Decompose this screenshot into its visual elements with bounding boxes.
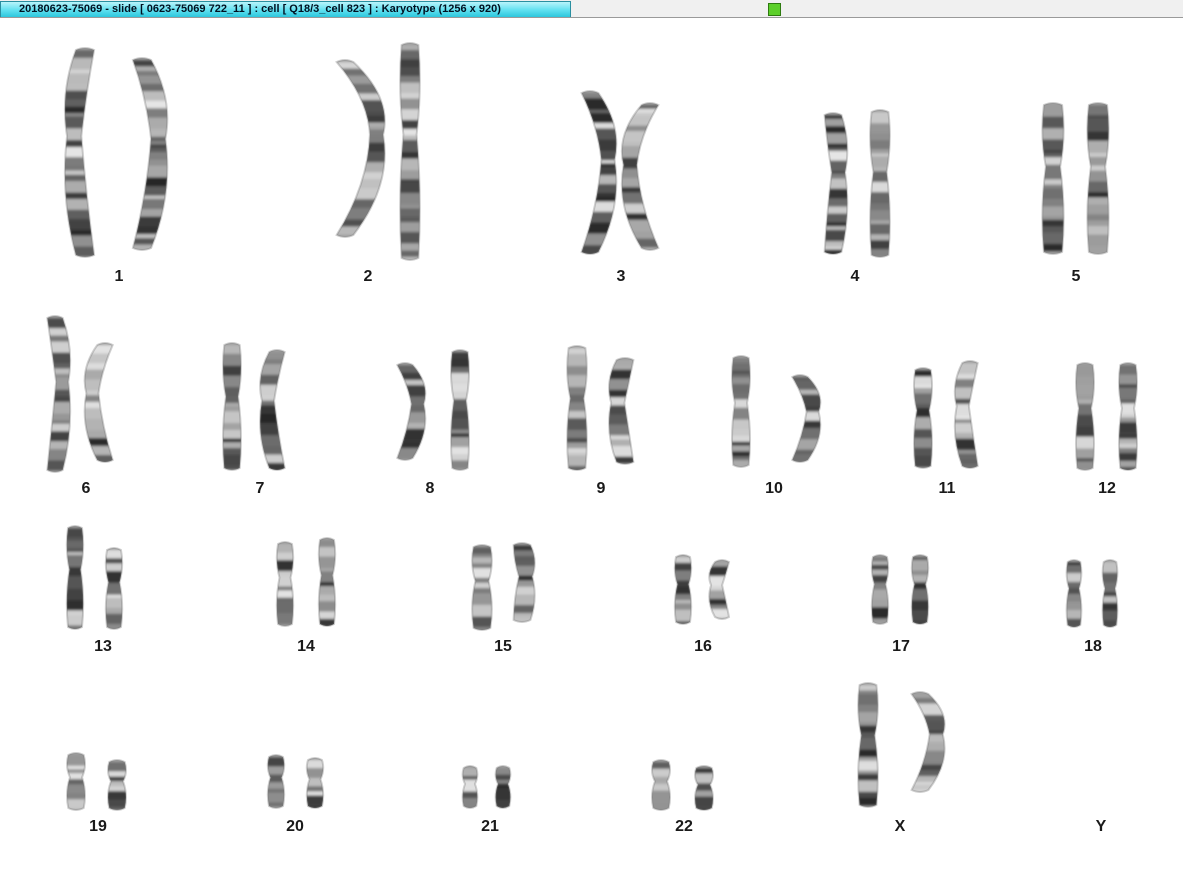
chromosome-image[interactable] xyxy=(85,57,199,251)
chromosome-image[interactable] xyxy=(866,691,974,793)
chromosome-label: X xyxy=(894,818,906,835)
chromosome-label: 14 xyxy=(297,638,315,655)
chromosome-label: 5 xyxy=(1071,268,1081,285)
status-indicator xyxy=(768,3,781,16)
chromosome-label: 9 xyxy=(596,480,606,497)
chromosome-label: 8 xyxy=(425,480,435,497)
chromosome-image[interactable] xyxy=(1083,559,1137,628)
chromosome-image[interactable] xyxy=(84,759,150,811)
chromosome-image[interactable] xyxy=(427,349,493,471)
chromosome-label: 10 xyxy=(765,480,783,497)
chromosome-image[interactable] xyxy=(58,342,152,463)
chromosome-image[interactable] xyxy=(297,537,357,627)
chromosome-image[interactable] xyxy=(844,109,916,258)
chromosome-label: Y xyxy=(1095,818,1107,835)
window-title-tab[interactable]: 20180623-75069 - slide [ 0623-75069 722_… xyxy=(0,1,571,17)
chromosome-label: 17 xyxy=(892,638,910,655)
chromosome-image[interactable] xyxy=(592,102,708,251)
chromosome-image[interactable] xyxy=(234,349,320,471)
chromosome-label: 12 xyxy=(1098,480,1116,497)
chromosome-label: 2 xyxy=(363,268,373,285)
chromosome-image[interactable] xyxy=(1059,102,1137,255)
chromosome-image[interactable] xyxy=(476,765,530,809)
chromosome-image[interactable] xyxy=(285,757,345,809)
chromosome-image[interactable] xyxy=(753,374,847,463)
chromosome-label: 20 xyxy=(286,818,304,835)
chromosome-image[interactable] xyxy=(84,547,144,630)
chromosome-label: 15 xyxy=(494,638,512,655)
chromosome-label: 19 xyxy=(89,818,107,835)
chromosome-image[interactable] xyxy=(929,360,1011,469)
chromosome-label: 3 xyxy=(616,268,626,285)
chromosome-label: 6 xyxy=(81,480,91,497)
chromosome-image[interactable] xyxy=(374,42,446,261)
chromosome-image[interactable] xyxy=(482,542,562,623)
chromosome-label: 13 xyxy=(94,638,112,655)
chromosome-image[interactable] xyxy=(1095,362,1161,471)
chromosome-label: 11 xyxy=(938,480,956,497)
chromosome-label: 22 xyxy=(675,818,693,835)
chromosome-image[interactable] xyxy=(890,554,950,625)
chromosome-image[interactable] xyxy=(686,559,758,620)
chromosome-label: 1 xyxy=(114,268,124,285)
chromosome-label: 7 xyxy=(255,480,265,497)
title-bar: 20180623-75069 - slide [ 0623-75069 722_… xyxy=(0,0,1183,18)
chromosome-label: 4 xyxy=(850,268,860,285)
chromosome-image[interactable] xyxy=(581,357,669,465)
chromosome-label: 16 xyxy=(694,638,712,655)
chromosome-label: 21 xyxy=(481,818,499,835)
chromosome-image[interactable] xyxy=(671,765,737,811)
chromosome-label: 18 xyxy=(1084,638,1102,655)
